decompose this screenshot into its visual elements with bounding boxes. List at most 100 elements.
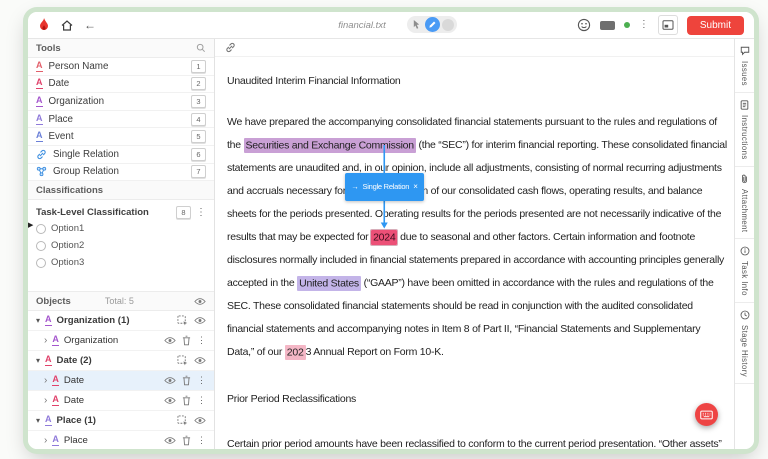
keyboard-shortcuts-button[interactable] bbox=[695, 403, 718, 426]
chevron-right-icon[interactable]: › bbox=[44, 336, 47, 346]
tab-attachment[interactable]: Attachment bbox=[735, 167, 754, 239]
object-date-1[interactable]: › A Date ⋮ bbox=[28, 371, 214, 391]
relation-badge[interactable]: → Single Relation × bbox=[345, 173, 423, 201]
tab-task-info[interactable]: Task Info bbox=[735, 239, 754, 303]
mode-toggle bbox=[407, 16, 457, 33]
relation-close-icon[interactable]: × bbox=[413, 183, 417, 191]
classification-kebab-icon[interactable]: ⋮ bbox=[196, 208, 206, 218]
object-group-place[interactable]: ▾ A Place (1) bbox=[28, 411, 214, 431]
chevron-right-icon[interactable]: › bbox=[44, 376, 47, 386]
tools-list: A Person Name 1 A Date 2 A Organization … bbox=[28, 58, 214, 181]
file-title: financial.txt bbox=[338, 20, 386, 31]
link-icon[interactable] bbox=[225, 42, 236, 53]
tab-stage-history[interactable]: Stage History bbox=[735, 303, 754, 384]
classification-option-2[interactable]: Option2 bbox=[36, 238, 206, 253]
object-group-date[interactable]: ▾ A Date (2) bbox=[28, 351, 214, 371]
trash-icon[interactable] bbox=[182, 395, 191, 406]
document-heading-2: Prior Period Reclassifications bbox=[227, 388, 729, 411]
select-objects-icon[interactable] bbox=[177, 355, 188, 366]
shortcut-badge: 3 bbox=[191, 95, 206, 108]
chevron-right-icon[interactable]: › bbox=[44, 436, 47, 446]
row-kebab-icon[interactable]: ⋮ bbox=[197, 396, 206, 405]
row-kebab-icon[interactable]: ⋮ bbox=[197, 376, 206, 385]
document-area: Unaudited Interim Financial Information … bbox=[215, 70, 734, 449]
home-icon[interactable] bbox=[61, 20, 73, 31]
search-icon[interactable] bbox=[196, 43, 206, 53]
entity-date-2024[interactable]: 2024 bbox=[371, 230, 397, 245]
topbar-kebab-icon[interactable]: ⋮ bbox=[639, 20, 649, 30]
eye-icon[interactable] bbox=[164, 376, 176, 385]
row-kebab-icon[interactable]: ⋮ bbox=[197, 336, 206, 345]
document-heading-1: Unaudited Interim Financial Information bbox=[227, 70, 729, 93]
object-group-organization[interactable]: ▾ A Organization (1) bbox=[28, 311, 214, 331]
trash-icon[interactable] bbox=[182, 335, 191, 346]
caret-down-icon[interactable]: ▾ bbox=[36, 417, 40, 425]
eye-icon[interactable] bbox=[194, 316, 206, 325]
object-date-2[interactable]: › A Date ⋮ bbox=[28, 391, 214, 411]
annotate-mode-icon[interactable] bbox=[425, 17, 440, 32]
object-organization-1[interactable]: › A Organization ⋮ bbox=[28, 331, 214, 351]
sidebar-collapse-handle[interactable]: ▶ bbox=[28, 221, 33, 229]
paragraph-2: Certain prior period amounts have been r… bbox=[227, 433, 729, 449]
trash-icon[interactable] bbox=[182, 375, 191, 386]
eye-icon[interactable] bbox=[164, 336, 176, 345]
entity-organization-sec[interactable]: Securities and Exchange Commission bbox=[244, 138, 416, 153]
tab-instructions[interactable]: Instructions bbox=[735, 93, 754, 167]
document-toolbar bbox=[215, 39, 734, 57]
entity-label-icon: A bbox=[52, 435, 59, 446]
tool-group-relation[interactable]: Group Relation 7 bbox=[28, 164, 214, 182]
tool-single-relation[interactable]: Single Relation 6 bbox=[28, 146, 214, 164]
flame-logo-icon bbox=[38, 18, 50, 32]
caret-down-icon[interactable]: ▾ bbox=[36, 317, 40, 325]
entity-label-icon: A bbox=[45, 355, 52, 366]
tool-organization[interactable]: A Organization 3 bbox=[28, 93, 214, 111]
status-badge bbox=[600, 21, 615, 30]
eye-icon[interactable] bbox=[164, 396, 176, 405]
eye-icon[interactable] bbox=[194, 416, 206, 425]
object-place-1[interactable]: › A Place ⋮ bbox=[28, 431, 214, 449]
tab-issues[interactable]: Issues bbox=[735, 39, 754, 93]
chat-bubble-icon bbox=[740, 46, 750, 56]
snapshot-button[interactable] bbox=[658, 15, 678, 35]
tool-place[interactable]: A Place 4 bbox=[28, 111, 214, 129]
caret-down-icon[interactable]: ▾ bbox=[36, 357, 40, 365]
pan-mode-icon[interactable] bbox=[442, 19, 454, 31]
row-kebab-icon[interactable]: ⋮ bbox=[197, 436, 206, 445]
tool-person-name[interactable]: A Person Name 1 bbox=[28, 58, 214, 76]
select-objects-icon[interactable] bbox=[177, 315, 188, 326]
shortcut-badge: 7 bbox=[191, 165, 206, 178]
entity-label-icon: A bbox=[52, 395, 59, 406]
entity-label-icon: A bbox=[36, 78, 43, 89]
eye-icon[interactable] bbox=[194, 297, 206, 306]
feedback-smiley-icon[interactable] bbox=[577, 18, 591, 32]
topbar: ← financial.txt ⋮ Submit bbox=[28, 12, 754, 39]
entity-label-icon: A bbox=[36, 131, 43, 142]
objects-panel-header: Objects Total: 5 bbox=[28, 292, 214, 311]
trash-icon[interactable] bbox=[182, 435, 191, 446]
online-indicator-dot bbox=[624, 22, 630, 28]
cursor-mode-icon[interactable] bbox=[410, 18, 423, 31]
classification-option-3[interactable]: Option3 bbox=[36, 255, 206, 270]
eye-icon[interactable] bbox=[164, 436, 176, 445]
entity-place-united-states[interactable]: United States bbox=[297, 276, 361, 291]
chevron-right-icon[interactable]: › bbox=[44, 396, 47, 406]
eye-icon[interactable] bbox=[194, 356, 206, 365]
radio-icon bbox=[36, 241, 46, 251]
single-relation-icon bbox=[36, 149, 47, 160]
shortcut-badge: 8 bbox=[176, 206, 191, 219]
keyboard-icon bbox=[700, 410, 713, 420]
shortcut-badge: 2 bbox=[191, 77, 206, 90]
entity-label-icon: A bbox=[36, 61, 43, 72]
entity-date-202[interactable]: 202 bbox=[285, 345, 306, 360]
submit-button[interactable]: Submit bbox=[687, 16, 744, 35]
tool-event[interactable]: A Event 5 bbox=[28, 128, 214, 146]
paperclip-icon bbox=[740, 174, 749, 184]
back-arrow-icon[interactable]: ← bbox=[84, 19, 96, 31]
info-icon bbox=[740, 246, 750, 256]
entity-label-icon: A bbox=[36, 96, 43, 107]
select-objects-icon[interactable] bbox=[177, 415, 188, 426]
classification-option-1[interactable]: Option1 bbox=[36, 221, 206, 236]
entity-label-icon: A bbox=[52, 335, 59, 346]
tool-date[interactable]: A Date 2 bbox=[28, 76, 214, 94]
left-sidebar: Tools A Person Name 1 A Date 2 A Organiz… bbox=[28, 39, 215, 449]
